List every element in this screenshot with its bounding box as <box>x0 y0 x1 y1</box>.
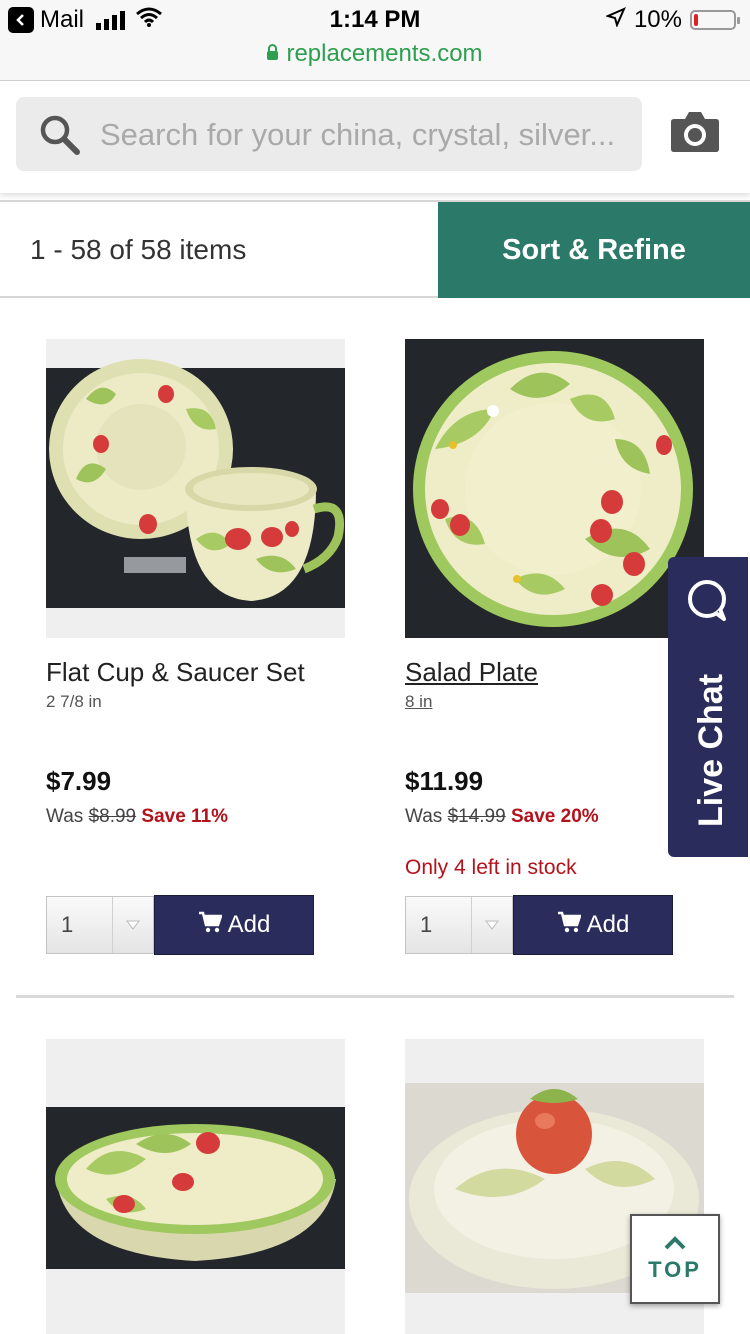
product-price: $11.99 <box>405 766 484 796</box>
product-was-price: Was $8.99 Save 11% <box>46 806 228 828</box>
live-chat-label: Live Chat <box>692 673 730 827</box>
add-to-cart-button[interactable]: Add <box>154 895 314 955</box>
product-size: 8 in <box>405 692 433 711</box>
chevron-up-icon <box>663 1235 687 1255</box>
stock-notice: Only 4 left in stock <box>405 856 577 879</box>
product-price: $7.99 <box>46 766 112 796</box>
cart-icon <box>557 911 582 940</box>
sort-refine-button[interactable]: Sort & Refine <box>438 202 750 298</box>
original-price: $14.99 <box>447 806 506 827</box>
location-arrow-icon <box>605 6 626 34</box>
status-right: 10% <box>605 6 740 34</box>
results-count: 1 - 58 of 58 items <box>30 234 247 265</box>
product-was-price: Was $14.99 Save 20% <box>405 806 599 828</box>
results-bar: 1 - 58 of 58 items Sort & Refine <box>0 200 750 298</box>
product-name[interactable]: Salad Plate <box>405 657 538 688</box>
add-label: Add <box>586 911 630 938</box>
product-name[interactable]: Flat Cup & Saucer Set <box>46 657 305 688</box>
quantity-value: 1 <box>420 912 433 937</box>
add-to-cart-button[interactable]: Add <box>513 895 673 955</box>
lock-icon <box>267 44 279 60</box>
add-label: Add <box>227 911 271 938</box>
search-icon[interactable] <box>38 113 82 162</box>
was-label: Was <box>405 806 443 827</box>
chat-bubble-icon <box>684 577 730 628</box>
url-bar[interactable]: replacements.com <box>0 40 750 68</box>
top-label: TOP <box>648 1256 702 1282</box>
search-header <box>0 81 750 193</box>
product-size: 2 7/8 in <box>46 692 102 711</box>
save-percent: Save 20% <box>510 806 599 827</box>
was-label: Was <box>46 806 84 827</box>
chevron-down-icon <box>471 897 512 953</box>
cart-icon <box>198 911 223 940</box>
chevron-down-icon <box>112 897 153 953</box>
url-text: replacements.com <box>286 40 483 67</box>
quantity-value: 1 <box>61 912 74 937</box>
quantity-select[interactable]: 1 <box>405 896 513 954</box>
product-image-cup-saucer[interactable] <box>46 339 345 638</box>
quantity-select[interactable]: 1 <box>46 896 154 954</box>
live-chat-button[interactable]: Live Chat <box>668 557 748 857</box>
save-percent: Save 11% <box>141 806 229 827</box>
battery-percent: 10% <box>633 6 682 33</box>
battery-icon <box>690 10 740 30</box>
row-divider <box>16 995 734 998</box>
product-image-bowl[interactable] <box>46 1039 345 1334</box>
back-to-top-button[interactable]: TOP <box>630 1214 720 1304</box>
search-input[interactable] <box>98 97 632 173</box>
status-bar: Mail 1:14 PM 10% replacements.com <box>0 0 750 81</box>
camera-icon[interactable] <box>670 109 720 158</box>
product-image-salad-plate[interactable] <box>405 339 704 638</box>
search-box[interactable] <box>16 97 642 173</box>
original-price: $8.99 <box>88 806 137 827</box>
